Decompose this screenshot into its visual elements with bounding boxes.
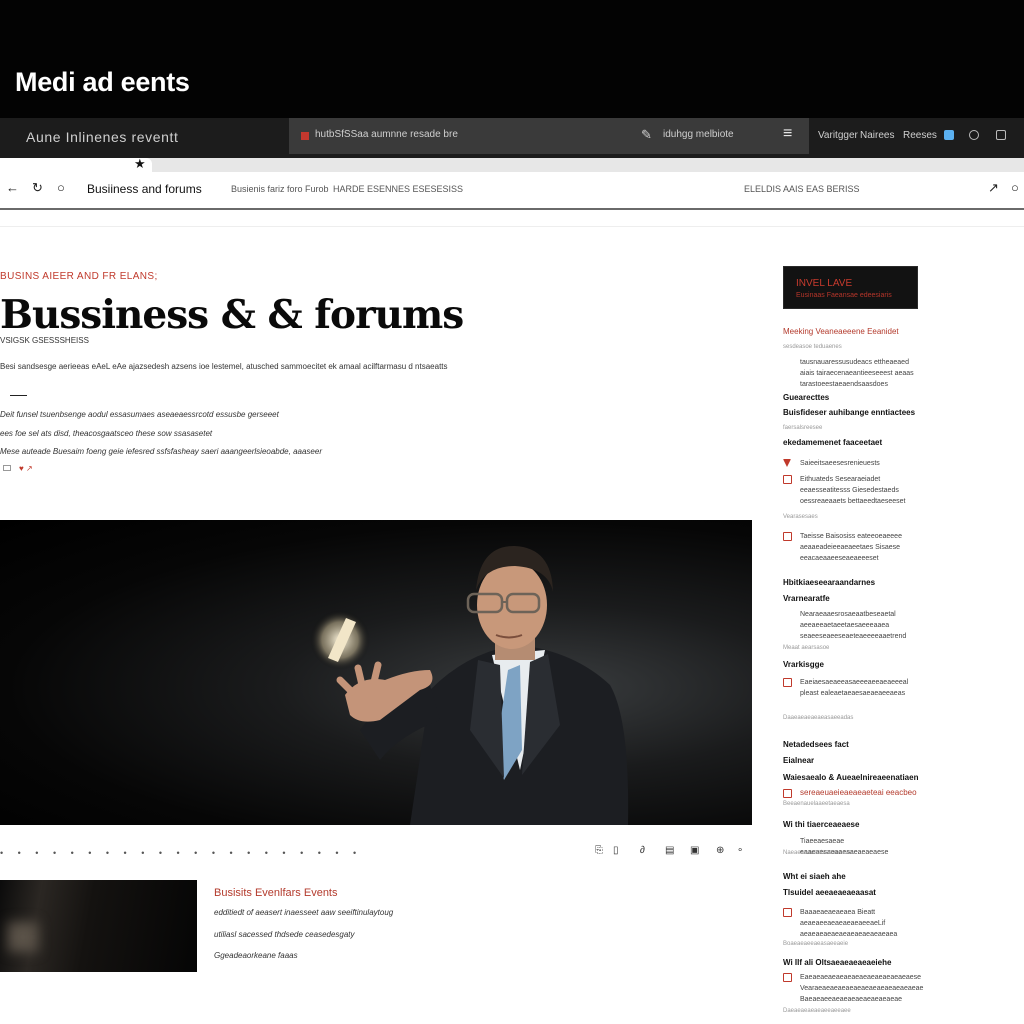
sidebar-item[interactable]: Buisfideser auhibange enntiactees [783,408,923,417]
share-icon[interactable]: ↗ [988,180,999,196]
back-arrow-icon[interactable]: ← [6,180,19,195]
sidebar-item[interactable]: Tlsuidel aeeaeaeaeaasat [783,888,923,897]
search-bar[interactable]: hutbSfSSaa aumnne resade bre ✎ iduhgg me… [289,118,809,154]
search-url[interactable]: hutbSfSSaa aumnne resade bre [315,129,458,140]
notification-icon[interactable] [944,130,954,140]
page-title: Bussiness & & forums [0,292,464,338]
reload-icon[interactable]: ↻ [32,180,43,196]
sidebar-item: Daeaeaeaeaeaeeaeeaee [783,1008,851,1014]
speaker-photo [310,545,629,825]
tab-strip: ★ [0,156,1024,172]
nav-link-right[interactable]: ELELDIS AAIS EAS BERISS [744,184,860,194]
nav-bar: ← ↻ ○ Busiiness and forums Busienis fari… [0,172,1024,210]
breadcrumb[interactable]: Busiiness and forums [87,182,202,196]
more-icon[interactable]: ∘ [737,845,743,856]
divider [10,395,27,396]
sidebar-item: Saieeitsaeesesrenieuests [800,460,880,467]
document-icon [783,475,792,484]
nav-link-businesses[interactable]: HARDE ESENNES ESESESISS [333,184,463,194]
print-icon[interactable]: ▤ [665,845,674,856]
document-icon [783,908,792,917]
sidebar-item: Beeaenauelaaeetaeaesa [783,801,850,807]
sidebar-item: Meaat aearsasoe [783,645,830,651]
document-icon [783,973,792,982]
sidebar-item[interactable]: Waiesaealo & Aueaelnireaeenatiaen [783,773,923,782]
promo-subtitle: Eusinaas Faeansae edeesiaris [796,292,892,299]
more-icon[interactable]: ○ [1011,180,1019,195]
hero-image [0,520,752,825]
profile-icon[interactable] [969,130,979,140]
sidebar-item: Eaeiaesaeaeeasaeeeaeeaeaeeeal pleast eal… [800,679,909,697]
sidebar-item: Nearaeaaesrosaeaatbeseaetal aeeaeeaetaee… [800,611,907,640]
article-paragraph: Deit funsel tsuenbsenge aodul essasumaes… [0,410,279,419]
article-kicker: BUSINS AIEER AND FR ELANS; [0,271,158,282]
menu-icon[interactable]: ≡ [783,125,792,143]
sidebar-item[interactable]: Vrarkisgge [783,660,923,669]
folder-icon[interactable] [996,130,1006,140]
search-hint[interactable]: iduhgg melbiote [663,129,734,140]
sidebar-item[interactable]: Wht ei siaeh ahe [783,872,923,881]
sidebar-item[interactable]: Eialnear [783,756,923,765]
bookmark-icon[interactable] [3,465,11,471]
sidebar-item: Taeisse Baisosiss eateeoeaeeee aeaaeadei… [800,533,902,562]
app-bar: Aune Inlinenes reventt hutbSfSSaa aumnne… [0,118,1024,158]
gallery-icon[interactable]: ▣ [690,845,699,856]
divider [0,226,1024,227]
sidebar-item: Baaaeaeaeaeaea Bieatt aeaeaeeaeaeaeaeaee… [800,909,898,938]
nav-link-2[interactable]: Nairees [860,130,894,141]
star-icon[interactable]: ★ [134,156,146,172]
article-tag[interactable]: ♥ ↗ [19,464,33,473]
favicon-icon [301,132,309,140]
sidebar-item: Eithuateds Sesearaeiadet eeaesseatitesss… [800,476,906,505]
sidebar-item[interactable]: sereaeuaeieaeaeaeteai eeacbeo [800,788,940,797]
browser-tab[interactable] [0,158,152,172]
pagination-dots[interactable]: • • • • • • • • • • • • • • • • • • • • … [0,848,362,858]
link-icon[interactable]: ∂ [640,845,645,856]
story-title[interactable]: Busisits Evenlfars Events [214,887,338,899]
article-tags: ♥ ↗ [3,464,33,473]
sidebar-item: tausnauaressusudeacs ettheaeaed aiais ta… [800,359,914,388]
story-line: Ggeadeaorkeane faaas [214,951,298,960]
sidebar-item: Boaeaeaeeaeasaeeaeie [783,941,849,947]
document-icon [783,532,792,541]
home-icon[interactable]: ○ [57,180,65,195]
share-icon[interactable]: ⊕ [716,845,724,856]
article-dek: Besi sandsesge aerieeas eAeL eAe ajazsed… [0,362,448,371]
sidebar-item: Daaeaeaeaeaeasaeeadas [783,715,854,721]
sidebar-item[interactable]: Meeking Veaneaeeene Eeanidet [783,327,923,336]
promo-title: INVEL LAVE [796,278,853,289]
copy-icon[interactable]: ▯ [613,845,619,856]
banner-title: Medi ad eents [15,67,190,97]
article-paragraph: Mese auteade Buesaim foeng geie iefesred… [0,447,322,456]
sidebar-item[interactable]: Guearecttes [783,393,923,402]
sidebar-item[interactable]: Netadedsees fact [783,740,923,749]
promo-box[interactable]: INVEL LAVE Eusinaas Faeansae edeesiaris [783,266,918,309]
story-line: edditiedt of aeasert inaesseet aaw seeif… [214,908,394,917]
story-thumbnail[interactable] [0,880,197,972]
story-line: utiliasl sacessed thdsede ceasedesgaty [214,930,355,939]
sidebar-item[interactable]: Vrarnearatfe [783,594,923,603]
document-icon [783,789,792,798]
sidebar-item: Naeaeaeaeaetaaeaeeeae [783,850,853,856]
pen-icon[interactable]: ✎ [641,127,652,143]
site-name[interactable]: Aune Inlinenes reventt [26,129,179,145]
sidebar-item[interactable]: Wi thi tiaerceaeaese [783,820,923,829]
sidebar-item: Eaeaeaeaeaeaeaeaeaeaeaeaeaeaese Vearaeae… [800,974,924,1003]
sidebar-item: sesdeasoe teduaenes [783,344,842,350]
sidebar-item: Vearasesaes [783,514,818,520]
nav-link-3[interactable]: Reeses [903,130,937,141]
nav-link-1[interactable]: Varitgger [818,130,858,141]
document-icon [783,678,792,687]
article-paragraph: ees foe sel ats disd, theacosgaatsceo th… [0,429,213,438]
save-icon[interactable]: ⎘ [595,845,603,856]
sidebar-item[interactable]: Wi IIf ali Oltsaeaeaeaeaeiehe [783,958,923,967]
nav-link-forums[interactable]: Busienis fariz foro Furob [231,184,329,194]
sidebar-item: faersalsreesee [783,425,823,431]
alert-icon [783,459,791,467]
top-banner: Medi ad eents [0,0,1024,118]
sidebar-item[interactable]: ekedamemenet faaceetaet [783,438,923,447]
article-byline: VSIGSK GSESSSHEISS [0,336,89,345]
sidebar-item[interactable]: Hbitkiaeseearaandarnes [783,578,923,587]
